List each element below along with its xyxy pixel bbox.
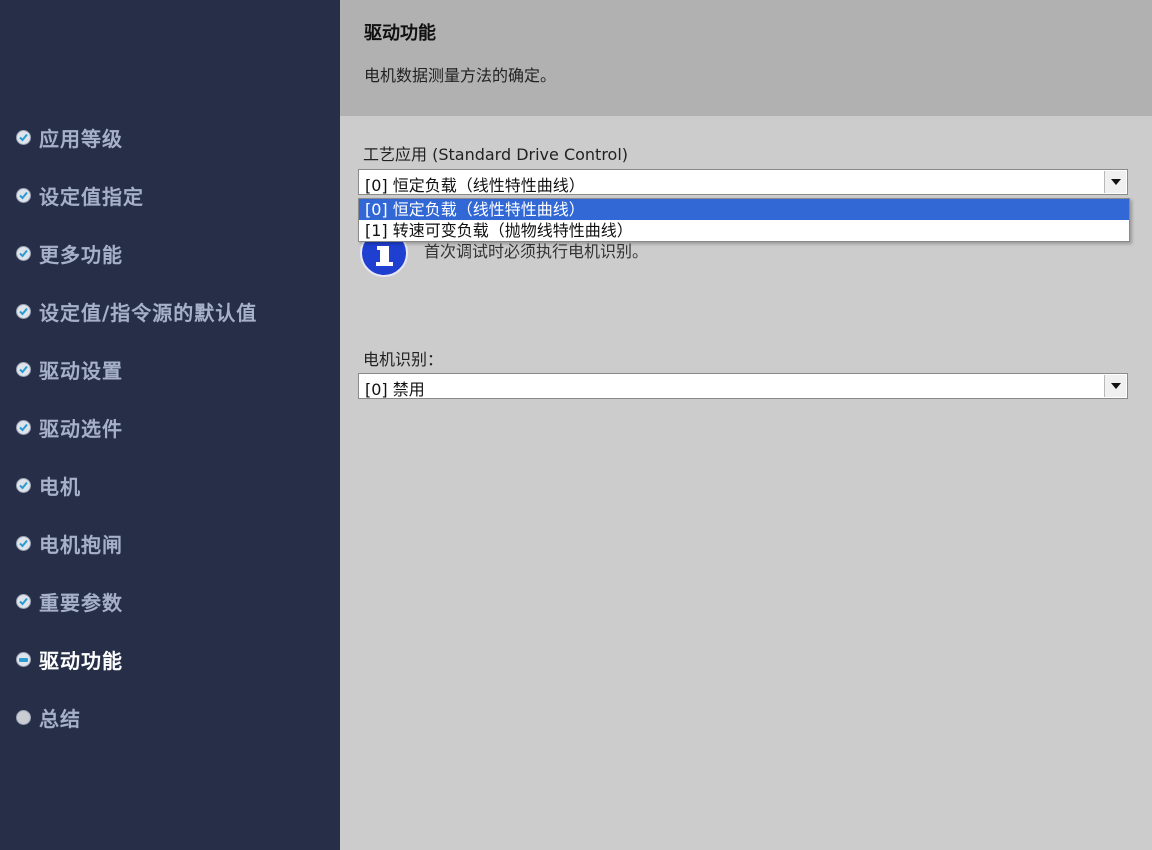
page-header: 驱动功能 电机数据测量方法的确定。: [340, 0, 1152, 116]
sidebar-item-important-parameters[interactable]: 重要参数: [16, 586, 123, 616]
sidebar-item-drive-options[interactable]: 驱动选件: [16, 412, 123, 442]
dropdown-option[interactable]: [1] 转速可变负载（抛物线特性曲线）: [359, 220, 1129, 241]
sidebar-item-motor[interactable]: 电机: [16, 470, 81, 500]
tech-app-select-value: [0] 恒定负载（线性特性曲线）: [365, 176, 585, 195]
sidebar-item-label: 总结: [39, 706, 81, 731]
sidebar-item-drive-functions[interactable]: 驱动功能: [16, 644, 123, 674]
check-circle-icon: [16, 535, 31, 551]
page-title: 驱动功能: [364, 23, 436, 44]
check-circle-icon: [16, 129, 31, 145]
sidebar-item-setpoint[interactable]: 设定值指定: [16, 180, 144, 210]
sidebar: 应用等级 设定值指定 更多功能 设定值/指令源的默认值 驱动设置 驱动选件 电机…: [0, 0, 340, 850]
motor-id-select-value: [0] 禁用: [365, 380, 425, 399]
sidebar-item-label: 电机: [39, 474, 81, 499]
motor-id-label: 电机识别：: [363, 350, 444, 369]
tech-app-label: 工艺应用 (Standard Drive Control): [363, 145, 629, 164]
check-circle-icon: [16, 361, 31, 377]
sidebar-item-summary[interactable]: 总结: [16, 702, 81, 732]
check-circle-icon: [16, 593, 31, 609]
tech-app-dropdown-list: [0] 恒定负载（线性特性曲线） [1] 转速可变负载（抛物线特性曲线）: [358, 198, 1130, 242]
motor-id-select[interactable]: [0] 禁用: [358, 373, 1128, 399]
sidebar-item-label: 驱动选件: [39, 416, 123, 441]
check-circle-icon: [16, 303, 31, 319]
check-circle-icon: [16, 477, 31, 493]
dropdown-button[interactable]: [1104, 171, 1126, 193]
sidebar-item-motor-brake[interactable]: 电机抱闸: [16, 528, 123, 558]
dropdown-button[interactable]: [1104, 375, 1126, 397]
chevron-down-icon: [1110, 383, 1121, 389]
sidebar-item-label: 设定值指定: [39, 184, 144, 209]
sidebar-item-label: 电机抱闸: [39, 532, 123, 557]
chevron-down-icon: [1110, 179, 1121, 185]
sidebar-item-label: 驱动功能: [39, 648, 123, 673]
pending-step-icon: [16, 709, 31, 725]
sidebar-item-application-class[interactable]: 应用等级: [16, 122, 123, 152]
sidebar-item-setpoint-defaults[interactable]: 设定值/指令源的默认值: [16, 296, 257, 326]
check-circle-icon: [16, 245, 31, 261]
check-circle-icon: [16, 187, 31, 203]
sidebar-item-more-functions[interactable]: 更多功能: [16, 238, 123, 268]
dropdown-option[interactable]: [0] 恒定负载（线性特性曲线）: [359, 199, 1129, 220]
main-content: 工艺应用 (Standard Drive Control) [0] 恒定负载（线…: [340, 116, 1152, 850]
check-circle-icon: [16, 419, 31, 435]
tech-app-select[interactable]: [0] 恒定负载（线性特性曲线）: [358, 169, 1128, 195]
sidebar-item-drive-settings[interactable]: 驱动设置: [16, 354, 123, 384]
sidebar-item-label: 应用等级: [39, 126, 123, 151]
page-subtitle: 电机数据测量方法的确定。: [364, 66, 557, 85]
current-step-icon: [16, 651, 31, 667]
sidebar-item-label: 驱动设置: [39, 358, 123, 383]
sidebar-item-label: 重要参数: [39, 590, 123, 615]
sidebar-item-label: 更多功能: [39, 242, 123, 267]
sidebar-item-label: 设定值/指令源的默认值: [39, 300, 258, 325]
